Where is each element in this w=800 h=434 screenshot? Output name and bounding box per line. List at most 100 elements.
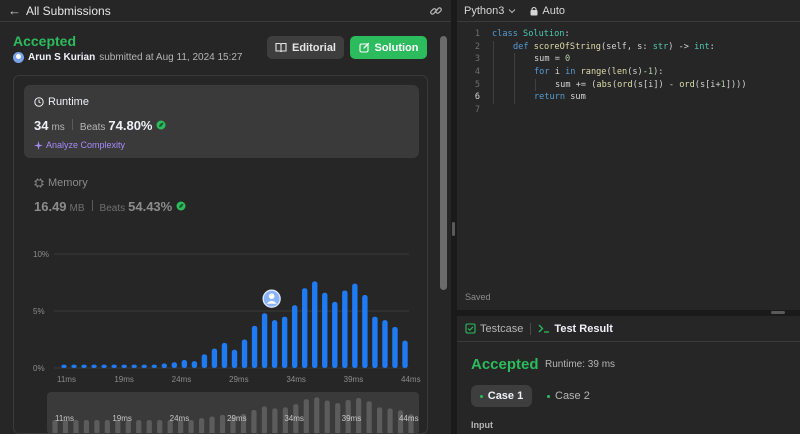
auto-mode-toggle[interactable]: Auto xyxy=(530,5,565,17)
chart-bar[interactable] xyxy=(101,364,107,368)
memory-value: 16.49 MB Beats 54.43% xyxy=(34,199,186,214)
pass-dot-icon xyxy=(479,394,483,398)
chart-bar[interactable] xyxy=(312,281,318,368)
splitter-handle[interactable] xyxy=(771,311,785,314)
chart-bar[interactable] xyxy=(342,290,348,368)
chart-bar[interactable] xyxy=(71,364,77,368)
mini-x-tick-label: 44ms xyxy=(399,414,419,423)
runtime-card[interactable]: Runtime 34 ms Beats 74.80% Analyze Compl… xyxy=(24,85,419,158)
mini-chart-bar xyxy=(314,397,320,433)
chart-bar[interactable] xyxy=(141,364,147,368)
chart-bar[interactable] xyxy=(251,325,258,368)
editorial-label: Editorial xyxy=(291,41,336,54)
code-token: ord xyxy=(617,79,633,90)
tab-test-result-label: Test Result xyxy=(554,322,613,335)
chart-bar[interactable] xyxy=(372,316,378,368)
line-number: 3 xyxy=(474,54,480,65)
code-line[interactable]: 5 sum += (abs(ord(s[i]) - ord(s[i+1]))) xyxy=(457,79,800,92)
code-line[interactable]: 3 sum = 0 xyxy=(457,53,800,66)
chart-bar[interactable] xyxy=(61,364,67,368)
indent-guide xyxy=(514,53,515,105)
chart-bar[interactable] xyxy=(161,363,167,368)
mini-chart-bar xyxy=(209,416,215,433)
case-2-label: Case 2 xyxy=(555,390,590,402)
chart-bar[interactable] xyxy=(81,364,87,368)
splitter-handle[interactable] xyxy=(452,222,455,236)
chart-bar[interactable] xyxy=(382,320,388,368)
chart-bar[interactable] xyxy=(211,348,218,368)
tab-test-result[interactable]: Test Result xyxy=(538,322,613,335)
all-submissions-link[interactable]: All Submissions xyxy=(26,4,111,18)
code-line[interactable]: 6 return sum xyxy=(457,91,800,104)
checkbox-icon xyxy=(465,323,476,334)
chart-bar[interactable] xyxy=(151,364,157,368)
chart-bar[interactable] xyxy=(221,342,228,368)
chart-bar[interactable] xyxy=(302,288,308,368)
x-tick-label: 44ms xyxy=(401,375,421,384)
analyze-label: Analyze Complexity xyxy=(46,140,126,150)
code-token: sum xyxy=(570,92,586,103)
chart-bar[interactable] xyxy=(402,340,408,368)
panel-scrollbar[interactable] xyxy=(440,36,447,290)
memory-label[interactable]: Memory xyxy=(34,177,88,189)
editor-toolbar: Python3 Auto xyxy=(457,0,800,22)
tab-testcase[interactable]: Testcase xyxy=(465,323,523,335)
back-arrow-icon[interactable]: ← xyxy=(8,3,21,18)
language-select[interactable]: Python3 xyxy=(464,5,516,17)
code-line[interactable]: 2 def scoreOfString(self, s: str) -> int: xyxy=(457,41,800,54)
mini-chart-bar xyxy=(272,408,278,433)
line-number: 6 xyxy=(474,92,480,103)
avatar[interactable] xyxy=(13,52,24,63)
runtime-number: 34 xyxy=(34,118,49,133)
link-icon[interactable] xyxy=(429,4,443,18)
runtime-range-selector[interactable]: 11ms 19ms 24ms 29ms 34ms 39ms 44ms xyxy=(47,392,419,434)
submitter-name[interactable]: Arun S Kurian xyxy=(28,52,95,63)
chart-bar[interactable] xyxy=(201,354,208,368)
code-token: for xyxy=(534,67,555,78)
avatar-head xyxy=(268,293,275,299)
mini-chart-bar xyxy=(335,403,341,433)
chart-bar[interactable] xyxy=(111,364,117,368)
chart-bar[interactable] xyxy=(392,326,398,368)
code-token: sum = xyxy=(534,54,566,65)
chart-bar[interactable] xyxy=(271,320,278,368)
chart-bar[interactable] xyxy=(171,362,178,368)
analyze-complexity-link[interactable]: Analyze Complexity xyxy=(34,140,125,150)
submitted-time: submitted at Aug 11, 2024 15:27 xyxy=(99,52,243,63)
mini-chart-bar xyxy=(83,420,90,433)
chart-bar[interactable] xyxy=(91,364,97,368)
chart-bar[interactable] xyxy=(231,349,238,368)
code-line[interactable]: 7 xyxy=(457,104,800,117)
chart-bar[interactable] xyxy=(332,301,338,368)
chart-bar[interactable] xyxy=(281,316,288,368)
book-icon xyxy=(275,42,287,53)
chart-bar[interactable] xyxy=(241,339,248,369)
code-line[interactable]: 4 for i in range(len(s)-1): xyxy=(457,66,800,79)
mini-x-tick-label: 39ms xyxy=(342,414,362,423)
editorial-button[interactable]: Editorial xyxy=(267,36,344,59)
code-token: sum += ( xyxy=(555,79,597,90)
chart-bar[interactable] xyxy=(131,364,137,368)
x-tick-label: 19ms xyxy=(114,375,134,384)
chart-bar[interactable] xyxy=(181,360,188,368)
chart-bar[interactable] xyxy=(191,361,198,368)
code-token: (s[i]) - xyxy=(632,79,680,90)
chart-bar[interactable] xyxy=(121,364,127,368)
runtime-distribution-chart[interactable]: 10% 5% 0% 11ms 19ms 24ms 29ms 34ms 39ms 44ms xyxy=(14,241,428,386)
mini-x-tick-label: 29ms xyxy=(227,414,247,423)
chart-bar[interactable] xyxy=(322,292,328,368)
chart-bar[interactable] xyxy=(362,295,368,368)
chart-bar[interactable] xyxy=(291,305,298,368)
code-line[interactable]: 1 class Solution: xyxy=(457,28,800,41)
case-1-button[interactable]: Case 1 xyxy=(471,385,532,407)
tab-testcase-label: Testcase xyxy=(480,322,524,335)
mini-chart-bar xyxy=(157,420,163,433)
solution-button[interactable]: Solution xyxy=(350,36,427,59)
case-2-button[interactable]: Case 2 xyxy=(547,385,597,407)
chart-bar[interactable] xyxy=(352,283,358,368)
stats-container: Runtime 34 ms Beats 74.80% Analyze Compl… xyxy=(13,75,428,434)
chart-bar[interactable] xyxy=(261,313,268,368)
mini-chart-bar xyxy=(324,400,330,433)
mini-chart-bar xyxy=(219,414,226,433)
code-area[interactable]: 1 class Solution: 2 def scoreOfString(self,… xyxy=(457,28,800,117)
